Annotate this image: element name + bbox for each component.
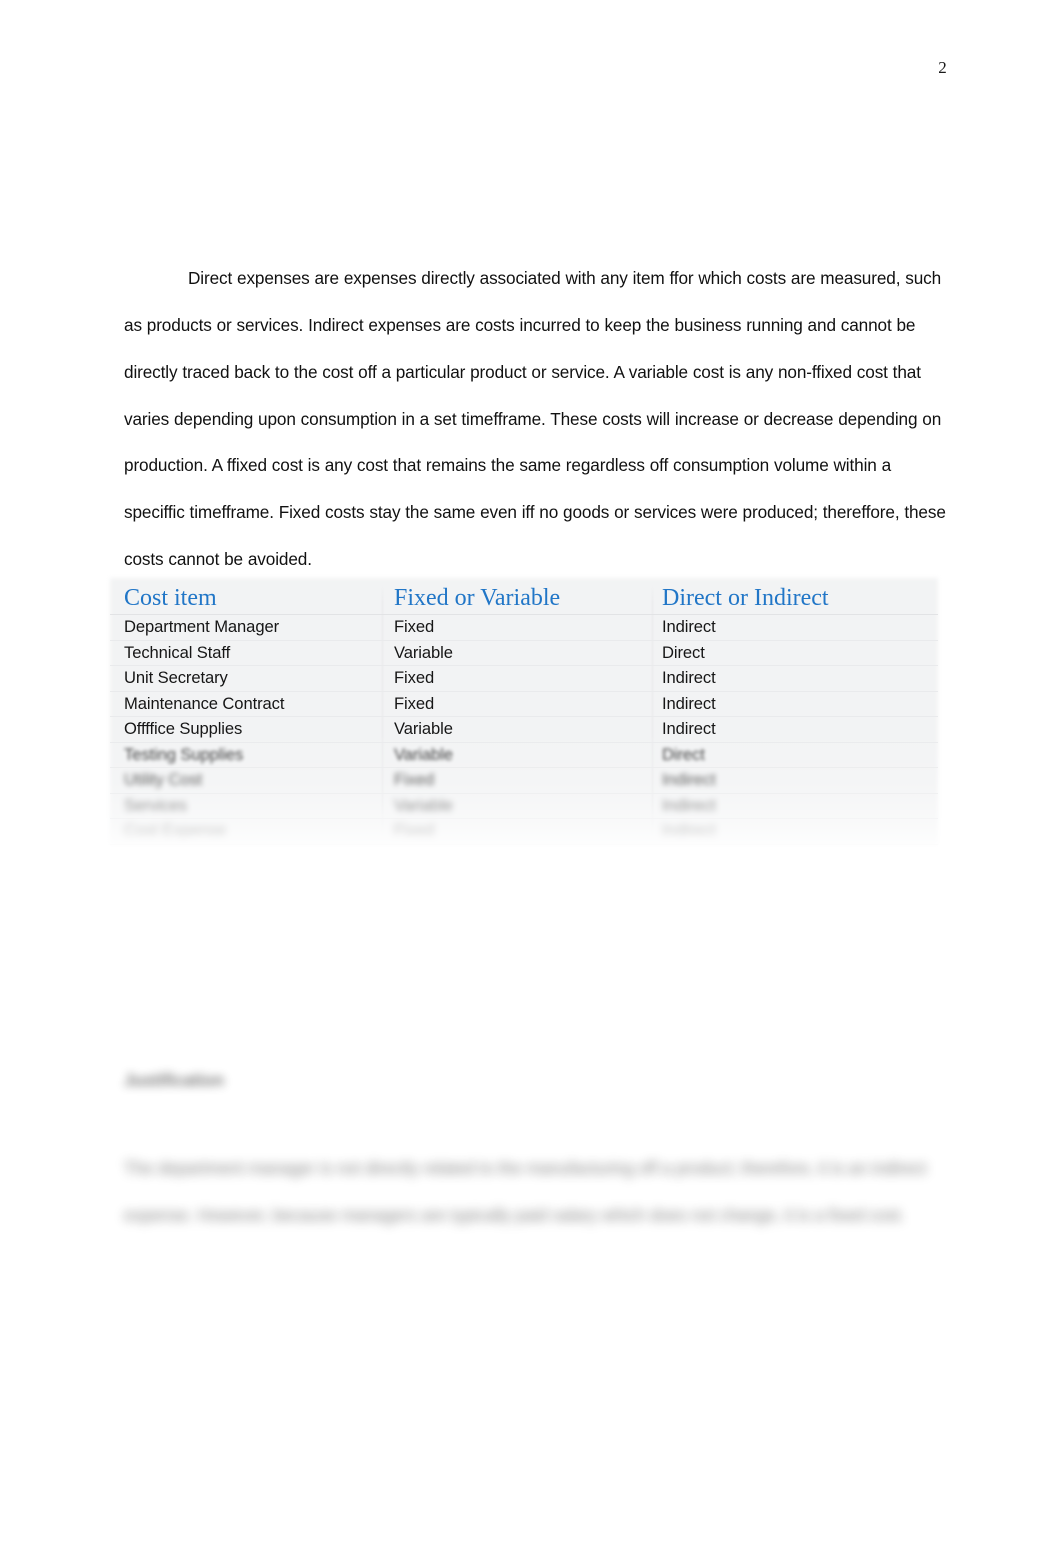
- table-row: Maintenance Contract Fixed Indirect: [110, 691, 938, 717]
- cost-table: Cost item Fixed or Variable Direct or In…: [110, 578, 938, 845]
- column-header-fixed-or-variable: Fixed or Variable: [382, 578, 652, 615]
- table-row: Department Manager Fixed Indirect: [110, 614, 938, 641]
- cell-direct-or-indirect: Indirect: [652, 793, 938, 819]
- table-row: Services Variable Indirect: [110, 793, 938, 819]
- cell-direct-or-indirect: Indirect: [652, 716, 938, 743]
- cell-fixed-or-variable: Fixed: [382, 691, 652, 717]
- lower-section-heading: Justification: [124, 1070, 224, 1090]
- cell-direct-or-indirect: Direct: [652, 640, 938, 666]
- cell-cost-item: Technical Staff: [110, 640, 382, 666]
- lower-section-paragraph: The department manager is not directly r…: [124, 1158, 927, 1225]
- column-header-cost-item: Cost item: [110, 578, 382, 615]
- cell-direct-or-indirect: Indirect: [652, 691, 938, 717]
- table-row: Technical Staff Variable Direct: [110, 640, 938, 666]
- cell-cost-item: Unit Secretary: [110, 665, 382, 692]
- cell-fixed-or-variable: Variable: [382, 716, 652, 743]
- cell-direct-or-indirect: Indirect: [652, 767, 938, 794]
- cell-fixed-or-variable: Fixed: [382, 665, 652, 692]
- document-page: 2 Direct expenses are expenses directly …: [0, 0, 1062, 1556]
- table-row: Testing Supplies Variable Direct: [110, 742, 938, 768]
- page-number: 2: [938, 58, 947, 77]
- cell-direct-or-indirect: Indirect: [652, 614, 938, 641]
- cell-fixed-or-variable: Fixed: [382, 818, 652, 845]
- cell-cost-item: Utility Cost: [110, 767, 382, 794]
- cell-direct-or-indirect: Indirect: [652, 665, 938, 692]
- cell-cost-item: Testing Supplies: [110, 742, 382, 768]
- cost-table-body: Department Manager Fixed Indirect Technical…: [110, 614, 938, 845]
- cell-direct-or-indirect: Indirect: [652, 818, 938, 845]
- table-row: Utility Cost Fixed Indirect: [110, 767, 938, 794]
- cell-direct-or-indirect: Direct: [652, 742, 938, 768]
- cell-cost-item: Department Manager: [110, 614, 382, 641]
- table-row: Unit Secretary Fixed Indirect: [110, 665, 938, 692]
- cell-fixed-or-variable: Variable: [382, 742, 652, 768]
- cell-fixed-or-variable: Fixed: [382, 614, 652, 641]
- column-header-direct-or-indirect: Direct or Indirect: [652, 578, 938, 615]
- table-row: Offffice Supplies Variable Indirect: [110, 716, 938, 743]
- cell-fixed-or-variable: Fixed: [382, 767, 652, 794]
- cell-cost-item: Maintenance Contract: [110, 691, 382, 717]
- cost-table-header: Cost item Fixed or Variable Direct or In…: [110, 578, 938, 615]
- cost-table-header-row: Cost item Fixed or Variable Direct or In…: [110, 578, 938, 615]
- cell-cost-item: Cost Expense: [110, 818, 382, 845]
- cost-table-container: Cost item Fixed or Variable Direct or In…: [104, 578, 944, 850]
- table-row: Cost Expense Fixed Indirect: [110, 818, 938, 845]
- body-paragraph: Direct expenses are expenses directly as…: [124, 268, 946, 569]
- cell-cost-item: Services: [110, 793, 382, 819]
- cell-fixed-or-variable: Variable: [382, 793, 652, 819]
- cell-fixed-or-variable: Variable: [382, 640, 652, 666]
- cell-cost-item: Offffice Supplies: [110, 716, 382, 743]
